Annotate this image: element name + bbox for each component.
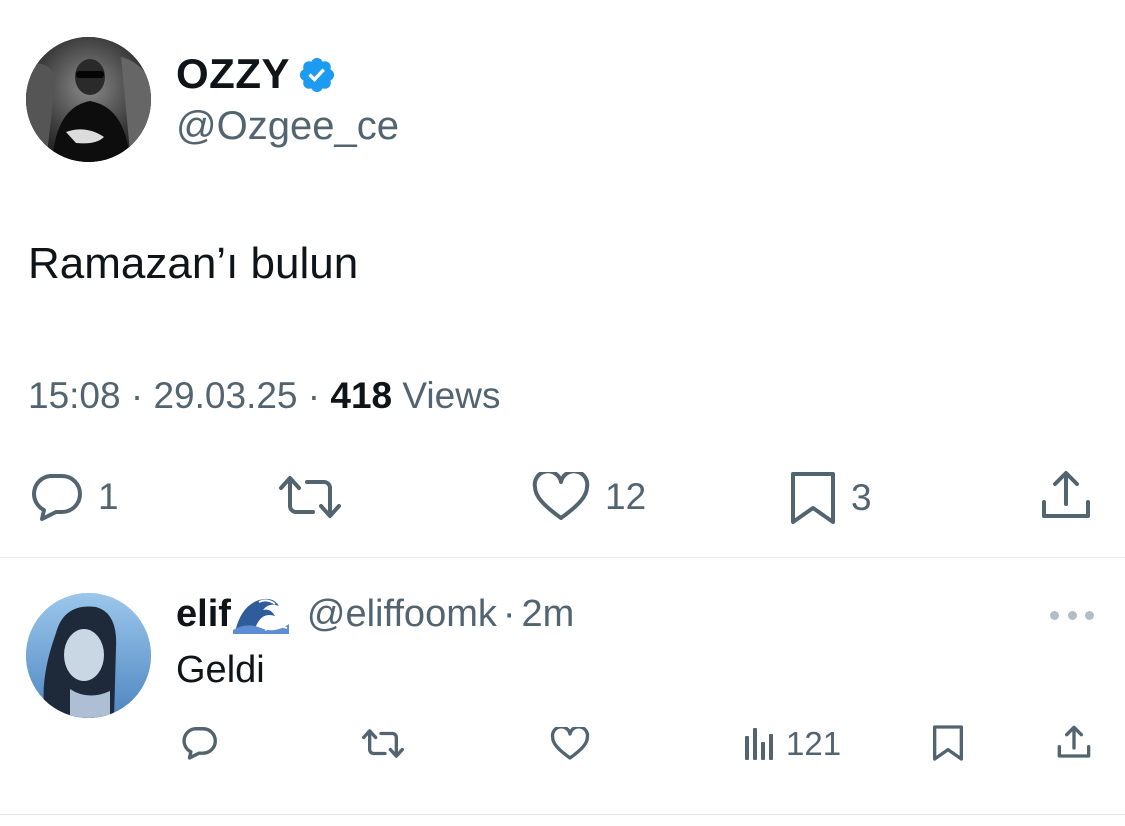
retweet-icon xyxy=(362,729,404,758)
share-icon xyxy=(1057,725,1091,758)
tweet-date[interactable]: 29.03.25 xyxy=(153,375,297,416)
views-label[interactable]: Views xyxy=(402,375,500,416)
like-count: 12 xyxy=(605,476,647,517)
bookmark-button[interactable]: 3 xyxy=(789,470,872,526)
reply-button[interactable]: 1 xyxy=(28,472,119,522)
reply-author-name[interactable]: elif xyxy=(176,592,231,636)
reply-author-handle[interactable]: @eliffoomk xyxy=(307,592,497,636)
tweet-detail-page: OZZY @Ozgee_ce Ramazan’ı bulun 15:08 · 2… xyxy=(0,0,1125,826)
bookmark-icon xyxy=(791,472,835,524)
share-icon xyxy=(1042,471,1090,518)
meta-separator: · xyxy=(130,375,144,416)
tweet-meta: 15:08 · 29.03.25 · 418 Views xyxy=(28,374,500,418)
views-icon xyxy=(745,728,773,760)
reply-author-avatar[interactable] xyxy=(26,593,151,718)
reply-like-button[interactable] xyxy=(550,727,590,761)
more-icon xyxy=(1050,610,1059,620)
reply-text: Geldi xyxy=(176,649,265,691)
reply-header: elif @eliffoomk · 2m xyxy=(176,592,574,636)
wave-emoji xyxy=(232,594,289,634)
reply-views-count: 121 xyxy=(786,725,842,762)
meta-separator: · xyxy=(307,375,321,416)
author-avatar[interactable] xyxy=(26,37,151,162)
divider xyxy=(0,557,1125,558)
more-icon xyxy=(1067,610,1077,620)
reply-share-button[interactable] xyxy=(1056,724,1092,760)
tweet-time[interactable]: 15:08 xyxy=(28,375,121,416)
bookmark-count: 3 xyxy=(851,477,872,518)
reply-views-button[interactable]: 121 xyxy=(744,724,841,764)
like-icon xyxy=(550,727,590,760)
retweet-button[interactable] xyxy=(277,474,343,520)
more-icon xyxy=(1085,610,1094,620)
bookmark-icon xyxy=(933,725,963,761)
like-button[interactable]: 12 xyxy=(531,472,646,522)
more-options-button[interactable] xyxy=(1050,605,1094,625)
views-count[interactable]: 418 xyxy=(330,375,392,416)
author-handle[interactable]: @Ozgee_ce xyxy=(176,103,399,149)
divider xyxy=(0,814,1125,815)
reply-icon xyxy=(182,727,217,760)
reply-retweet-button[interactable] xyxy=(361,728,405,759)
tweet-text: Ramazan’ı bulun xyxy=(28,239,359,288)
share-button[interactable] xyxy=(1039,468,1093,522)
reply-time[interactable]: 2m xyxy=(522,592,575,636)
verified-badge-icon xyxy=(299,57,335,93)
retweet-icon xyxy=(279,476,341,518)
reply-reply-button[interactable] xyxy=(180,726,218,760)
reply-count: 1 xyxy=(98,476,119,517)
reply-bookmark-button[interactable] xyxy=(932,724,964,762)
reply-icon xyxy=(32,474,82,521)
reply-separator: · xyxy=(502,593,516,635)
author-name[interactable]: OZZY xyxy=(176,50,290,98)
like-icon xyxy=(532,472,590,520)
